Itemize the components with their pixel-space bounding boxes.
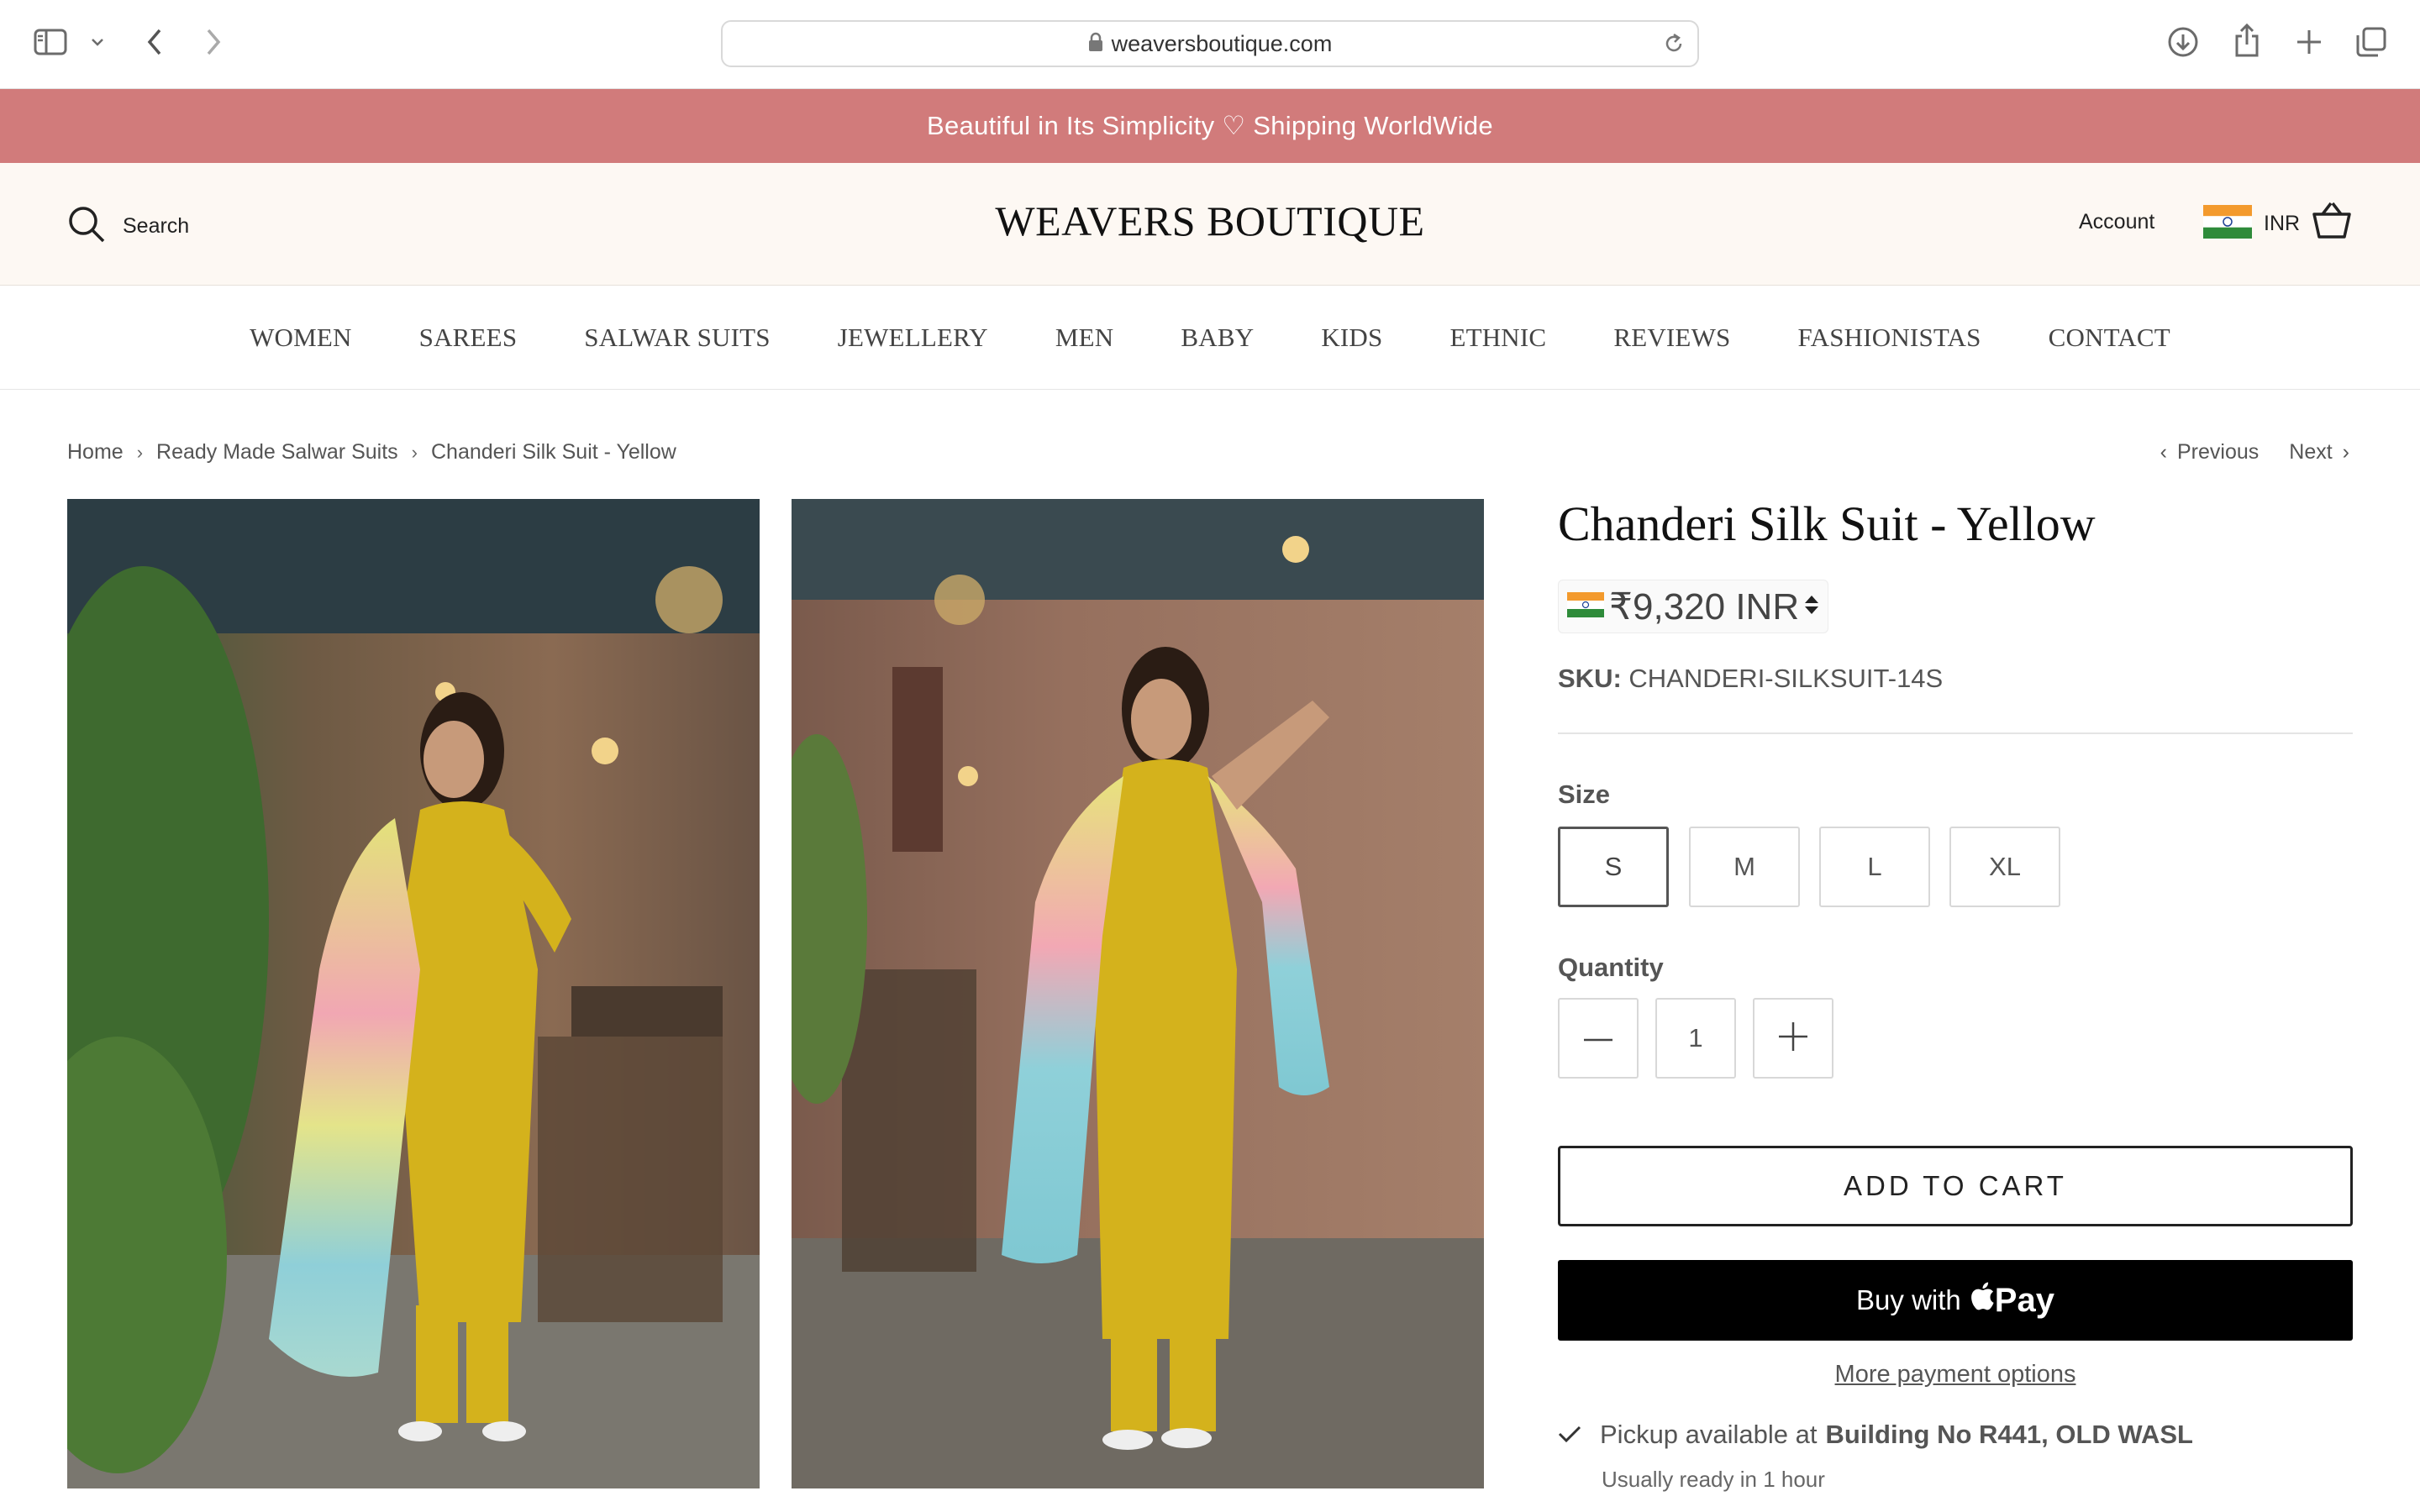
india-flag-icon: [1567, 591, 1604, 622]
price-box[interactable]: ₹9,320 INR: [1558, 580, 1829, 633]
previous-link[interactable]: Previous: [2177, 440, 2259, 465]
quantity-increase-button[interactable]: [1753, 998, 1833, 1079]
size-option-m[interactable]: M: [1689, 827, 1800, 907]
chevron-right-icon: ›: [136, 441, 144, 463]
share-icon[interactable]: [2232, 22, 2262, 59]
chevron-down-icon[interactable]: [87, 32, 108, 52]
product-image-2[interactable]: [792, 499, 1484, 1488]
product-image-1[interactable]: [67, 499, 760, 1488]
apple-icon: [1970, 1281, 1995, 1320]
pickup-time: Usually ready in 1 hour: [1602, 1467, 1825, 1492]
account-link[interactable]: Account: [2079, 210, 2154, 234]
pickup-prefix: Pickup available at: [1600, 1420, 1818, 1449]
nav-item-kids[interactable]: KIDS: [1287, 323, 1416, 353]
nav-item-reviews[interactable]: REVIEWS: [1580, 323, 1764, 353]
url-text: weaversboutique.com: [1111, 30, 1333, 56]
breadcrumb: Home › Ready Made Salwar Suits › Chander…: [67, 440, 676, 465]
currency-label: INR: [2264, 212, 2301, 235]
nav-item-baby[interactable]: BABY: [1147, 323, 1287, 353]
announcement-text: Beautiful in Its Simplicity ♡ Shipping W…: [927, 111, 1493, 140]
quantity-input[interactable]: 1: [1655, 998, 1736, 1079]
back-icon[interactable]: [139, 25, 170, 59]
breadcrumb-home[interactable]: Home: [67, 440, 124, 465]
plus-icon: [1779, 1021, 1807, 1055]
nav-item-fashionistas[interactable]: FASHIONISTAS: [1764, 323, 2014, 353]
add-to-cart-button[interactable]: ADD TO CART: [1558, 1146, 2353, 1226]
product-price: ₹9,320 INR: [1609, 585, 1800, 627]
size-option-xl[interactable]: XL: [1949, 827, 2060, 907]
buy-with-label: Buy with: [1856, 1284, 1961, 1315]
minus-icon: [1584, 1031, 1612, 1046]
product-title: Chanderi Silk Suit - Yellow: [1558, 496, 2096, 551]
apple-pay-button[interactable]: Buy with Pay: [1558, 1260, 2353, 1341]
divider: [1558, 732, 2353, 734]
quantity-decrease-button[interactable]: [1558, 998, 1639, 1079]
main-nav: WOMEN SAREES SALWAR SUITS JEWELLERY MEN …: [0, 286, 2420, 390]
plus-icon[interactable]: [2294, 25, 2324, 59]
chevron-right-icon: ›: [411, 441, 418, 463]
breadcrumb-current: Chanderi Silk Suit - Yellow: [430, 440, 676, 464]
sku-label: SKU:: [1558, 664, 1622, 693]
site-header: Search WEAVERS BOUTIQUE Account INR: [0, 163, 2420, 286]
size-label: Size: [1558, 780, 1611, 809]
forward-icon[interactable]: [198, 25, 229, 59]
tabs-icon[interactable]: [2354, 25, 2388, 59]
size-option-l[interactable]: L: [1819, 827, 1930, 907]
chevron-left-icon: ‹: [2160, 440, 2167, 464]
announcement-bar: Beautiful in Its Simplicity ♡ Shipping W…: [0, 89, 2420, 163]
sort-arrows-icon: [1804, 594, 1819, 620]
size-option-s[interactable]: S: [1558, 827, 1669, 907]
cart-icon[interactable]: [2312, 202, 2351, 244]
product-pager: ‹ Previous Next ›: [2160, 440, 2349, 465]
brand-logo[interactable]: WEAVERS BOUTIQUE: [0, 197, 2420, 245]
quantity-label: Quantity: [1558, 953, 1664, 982]
nav-item-ethnic[interactable]: ETHNIC: [1416, 323, 1580, 353]
address-bar[interactable]: weaversboutique.com: [721, 20, 1699, 67]
nav-item-sarees[interactable]: SAREES: [386, 323, 551, 353]
apple-pay-logo: Pay: [1970, 1281, 2054, 1320]
sku-line: SKU: CHANDERI-SILKSUIT-14S: [1558, 664, 1943, 694]
reload-icon[interactable]: [1662, 32, 1686, 60]
nav-item-women[interactable]: WOMEN: [216, 323, 386, 353]
currency-selector[interactable]: INR: [2203, 205, 2300, 243]
chevron-right-icon: ›: [2342, 440, 2349, 464]
nav-item-jewellery[interactable]: JEWELLERY: [804, 323, 1022, 353]
nav-item-contact[interactable]: CONTACT: [2015, 323, 2204, 353]
browser-toolbar: weaversboutique.com: [0, 0, 2420, 89]
next-link[interactable]: Next: [2289, 440, 2332, 465]
checkmark-icon: [1558, 1420, 1581, 1450]
breadcrumb-collection[interactable]: Ready Made Salwar Suits: [156, 440, 398, 465]
sku-value: CHANDERI-SILKSUIT-14S: [1628, 664, 1944, 693]
download-icon[interactable]: [2166, 25, 2200, 59]
lock-icon: [1088, 32, 1103, 56]
more-payment-options-link[interactable]: More payment options: [1558, 1361, 2353, 1389]
nav-item-men[interactable]: MEN: [1022, 323, 1148, 353]
pay-label: Pay: [1994, 1281, 2054, 1319]
pickup-location: Building No R441, OLD WASL: [1825, 1420, 2193, 1449]
pickup-availability: Pickup available at Building No R441, OL…: [1558, 1420, 2193, 1450]
india-flag-icon: [2203, 205, 2252, 243]
sidebar-icon[interactable]: [32, 25, 69, 59]
nav-item-salwar-suits[interactable]: SALWAR SUITS: [550, 323, 803, 353]
